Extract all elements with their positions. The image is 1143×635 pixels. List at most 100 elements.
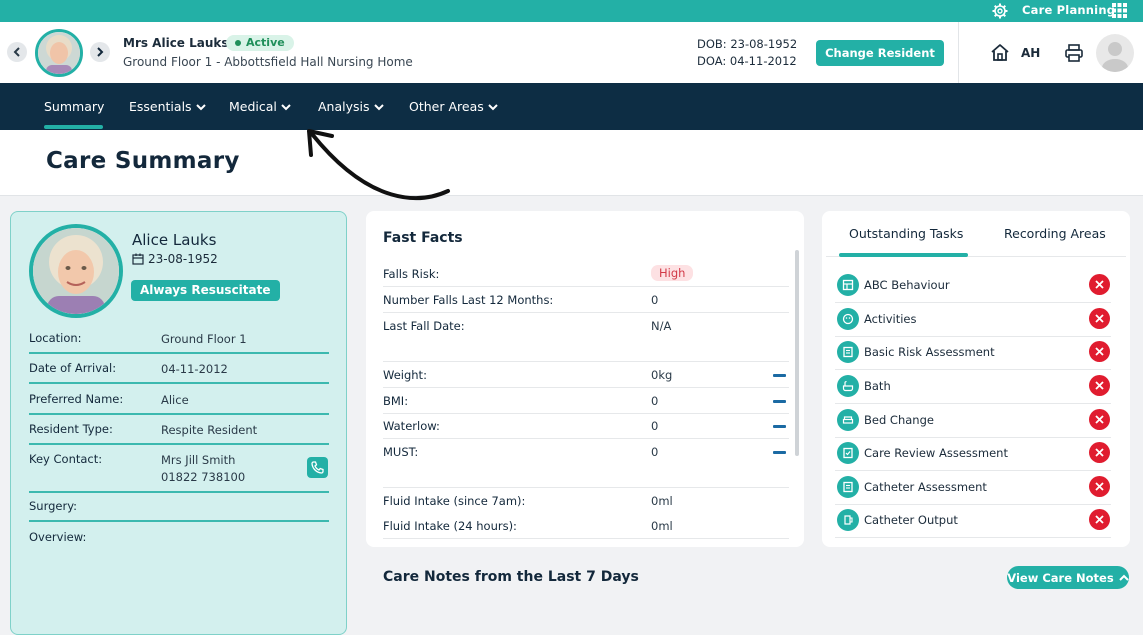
chevron-down-icon (195, 103, 206, 110)
minus-icon[interactable] (773, 374, 786, 377)
task-label: Basic Risk Assessment (864, 345, 995, 359)
chevron-left-icon (13, 47, 20, 57)
task-label: Care Review Assessment (864, 446, 1008, 460)
info-key: Resident Type: (29, 422, 113, 436)
fact-value: 0ml (651, 494, 673, 508)
app-label[interactable]: Care Planning (1022, 3, 1115, 17)
nav-analysis[interactable]: Analysis (318, 99, 384, 114)
previous-resident-button[interactable] (7, 42, 27, 62)
task-type-icon (837, 308, 859, 330)
info-value: 04-11-2012 (161, 362, 228, 376)
tab-recording-areas[interactable]: Recording Areas (1004, 226, 1106, 241)
close-icon[interactable] (1089, 476, 1110, 497)
resident-location: Ground Floor 1 - Abbottsfield Hall Nursi… (123, 55, 413, 69)
fact-key: Weight: (383, 368, 427, 382)
contact-phone: 01822 738100 (161, 470, 246, 484)
close-icon[interactable] (1089, 409, 1110, 430)
info-key: Key Contact: (29, 452, 103, 466)
fact-row-fluid-7am: Fluid Intake (since 7am): 0ml (383, 488, 789, 514)
fact-row-waterlow: Waterlow: 0 (383, 413, 789, 439)
close-icon[interactable] (1089, 375, 1110, 396)
divider (383, 336, 789, 362)
task-row[interactable]: ABC Behaviour (835, 269, 1111, 303)
close-icon[interactable] (1089, 509, 1110, 530)
fact-value: 0 (651, 445, 659, 459)
user-initials[interactable]: AH (1021, 46, 1040, 60)
info-value: Respite Resident (161, 423, 258, 437)
divider (29, 382, 329, 384)
gear-icon[interactable] (992, 3, 1008, 19)
nav-medical[interactable]: Medical (229, 99, 291, 114)
resident-header: Mrs Alice Lauks Active Ground Floor 1 - … (0, 22, 1143, 83)
divider (29, 443, 329, 445)
fact-value: 0kg (651, 368, 673, 382)
page-title: Care Summary (46, 148, 240, 174)
tab-outstanding-tasks[interactable]: Outstanding Tasks (849, 226, 963, 241)
info-value: Alice (161, 393, 189, 407)
resident-avatar (35, 29, 83, 77)
profile-dob-value: 23-08-1952 (148, 252, 218, 266)
profile-dob: 23-08-1952 (132, 252, 218, 266)
task-label: Bath (864, 379, 891, 393)
title-bar: Care Summary (0, 130, 1143, 196)
fact-value: N/A (651, 319, 672, 333)
info-key: Overview: (29, 530, 87, 544)
task-type-icon (837, 476, 859, 498)
task-label: Bed Change (864, 413, 934, 427)
close-icon[interactable] (1089, 442, 1110, 463)
fast-facts-scrollbar[interactable] (795, 250, 799, 456)
info-value: Ground Floor 1 (161, 332, 247, 346)
nav-other-areas[interactable]: Other Areas (409, 99, 498, 114)
close-icon[interactable] (1089, 341, 1110, 362)
print-icon[interactable] (1064, 43, 1084, 63)
top-strip: Care Planning (0, 0, 1143, 22)
close-icon[interactable] (1089, 308, 1110, 329)
task-row[interactable]: Activities (835, 303, 1111, 337)
fact-value: 0 (651, 394, 659, 408)
task-row[interactable]: Care Review Assessment (835, 437, 1111, 471)
view-care-notes-button[interactable]: View Care Notes (1007, 566, 1129, 589)
minus-icon[interactable] (773, 425, 786, 428)
next-resident-button[interactable] (90, 42, 110, 62)
contact-name: Mrs Jill Smith (161, 453, 236, 467)
nav-essentials[interactable]: Essentials (129, 99, 206, 114)
task-row[interactable]: Catheter Output (835, 504, 1111, 538)
tasks-card: Outstanding Tasks Recording Areas ABC Be… (822, 211, 1130, 547)
task-row[interactable]: Bed Change (835, 404, 1111, 438)
info-key: Surgery: (29, 499, 78, 513)
nav-label: Analysis (318, 99, 370, 114)
date-of-arrival: DOA: 04-11-2012 (697, 54, 797, 68)
apps-grid-icon[interactable] (1112, 3, 1127, 18)
task-row[interactable]: Catheter Assessment (835, 471, 1111, 505)
minus-icon[interactable] (773, 400, 786, 403)
close-icon[interactable] (1089, 274, 1110, 295)
fact-value: 0ml (651, 519, 673, 533)
chevron-down-icon (488, 103, 498, 110)
home-icon[interactable] (990, 43, 1010, 63)
minus-icon[interactable] (773, 451, 786, 454)
fact-key: Number Falls Last 12 Months: (383, 293, 554, 307)
change-resident-button[interactable]: Change Resident (816, 40, 944, 66)
resident-profile-card: Alice Lauks 23-08-1952 Always Resuscitat… (10, 211, 347, 635)
fact-value: 0 (651, 293, 659, 307)
nav-summary[interactable]: Summary (44, 99, 104, 114)
call-contact-button[interactable] (307, 457, 328, 478)
user-avatar[interactable] (1096, 34, 1134, 72)
info-key: Date of Arrival: (29, 361, 117, 375)
resuscitation-badge: Always Resuscitate (131, 280, 280, 301)
profile-photo (29, 224, 123, 318)
task-label: Catheter Assessment (864, 480, 987, 494)
fact-row-weight: Weight: 0kg (383, 362, 789, 388)
fact-key: MUST: (383, 445, 419, 459)
status-badge: Active (226, 35, 294, 51)
divider (29, 413, 329, 415)
info-key: Location: (29, 331, 82, 345)
active-tab-indicator (44, 125, 103, 129)
info-key: Preferred Name: (29, 392, 124, 406)
calendar-icon (132, 253, 144, 265)
task-row[interactable]: Basic Risk Assessment (835, 336, 1111, 370)
task-row[interactable]: Bath (835, 370, 1111, 404)
date-of-birth: DOB: 23-08-1952 (697, 37, 798, 51)
fact-key: Fluid Intake (since 7am): (383, 494, 526, 508)
task-label: Catheter Output (864, 513, 958, 527)
